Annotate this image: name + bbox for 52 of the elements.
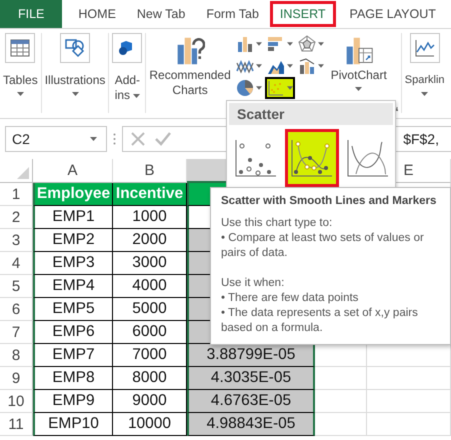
- file-tab[interactable]: FILE: [0, 0, 62, 28]
- table-cell: EMP6: [33, 321, 113, 344]
- button-label: ins: [114, 88, 130, 103]
- tooltip-bullet: • The data represents a set of x,y pairs based on a formula.: [221, 306, 419, 336]
- table-cell: 3.88799E-05: [187, 344, 315, 367]
- button-label: Add-: [114, 73, 140, 88]
- name-box[interactable]: C2: [5, 126, 107, 152]
- table-cell: 9000: [113, 390, 187, 413]
- table-cell: EMP10: [33, 413, 113, 436]
- table-cell: EMP9: [33, 390, 113, 413]
- ribbon-button[interactable]: Illustrations: [44, 33, 106, 96]
- ribbon-button[interactable]: Add- ins: [111, 33, 144, 103]
- ribbon-button[interactable]: Tables: [2, 33, 39, 96]
- table-cell: 7000: [113, 344, 187, 367]
- table-cell: 1000: [113, 206, 187, 229]
- table-cell: EMP8: [33, 367, 113, 390]
- header-cell: Employee: [33, 183, 113, 206]
- table-cell: 4.3035E-05: [187, 367, 315, 390]
- table-cell: 4.6763E-05: [187, 390, 315, 413]
- header-cell: Incentive: [113, 183, 187, 206]
- ribbon-button[interactable]: Sparklin: [404, 33, 446, 96]
- column-header[interactable]: B: [113, 159, 187, 183]
- table-cell: 5000: [113, 298, 187, 321]
- menu-title: Scatter: [229, 103, 393, 125]
- column-header[interactable]: A: [33, 159, 113, 183]
- table-cell: 6000: [113, 321, 187, 344]
- table-cell: EMP1: [33, 206, 113, 229]
- table-cell: EMP7: [33, 344, 113, 367]
- ribbon-tab[interactable]: INSERT: [270, 1, 336, 27]
- button-label: Recommended: [149, 68, 231, 83]
- table-cell: 10000: [113, 413, 187, 436]
- button-label: PivotChart: [330, 68, 387, 83]
- table-cell: 4000: [113, 275, 187, 298]
- table-cell: EMP3: [33, 252, 113, 275]
- button-label: Tables: [3, 73, 38, 88]
- ribbon-button[interactable]: PivotChart: [330, 33, 388, 91]
- ribbon-button[interactable]: Recommended Charts: [148, 33, 232, 98]
- tooltip-bullet: • Compare at least two sets of values or pairs of data.: [221, 231, 425, 261]
- tooltip-title: Scatter with Smooth Lines and Markers: [221, 194, 438, 209]
- table-cell: EMP4: [33, 275, 113, 298]
- button-label: Charts: [172, 83, 208, 98]
- table-cell: EMP5: [33, 298, 113, 321]
- button-label: Illustrations: [44, 73, 106, 88]
- tooltip-bullet: • There are few data points: [221, 291, 360, 306]
- table-cell: 4.98843E-05: [187, 413, 315, 436]
- tooltip-text: Use it when:: [221, 276, 286, 291]
- table-cell: 3000: [113, 252, 187, 275]
- table-cell: 2000: [113, 229, 187, 252]
- tooltip-text: Use this chart type to:: [221, 216, 334, 231]
- table-cell: 8000: [113, 367, 187, 390]
- button-label: Sparklin: [404, 73, 445, 88]
- table-cell: EMP2: [33, 229, 113, 252]
